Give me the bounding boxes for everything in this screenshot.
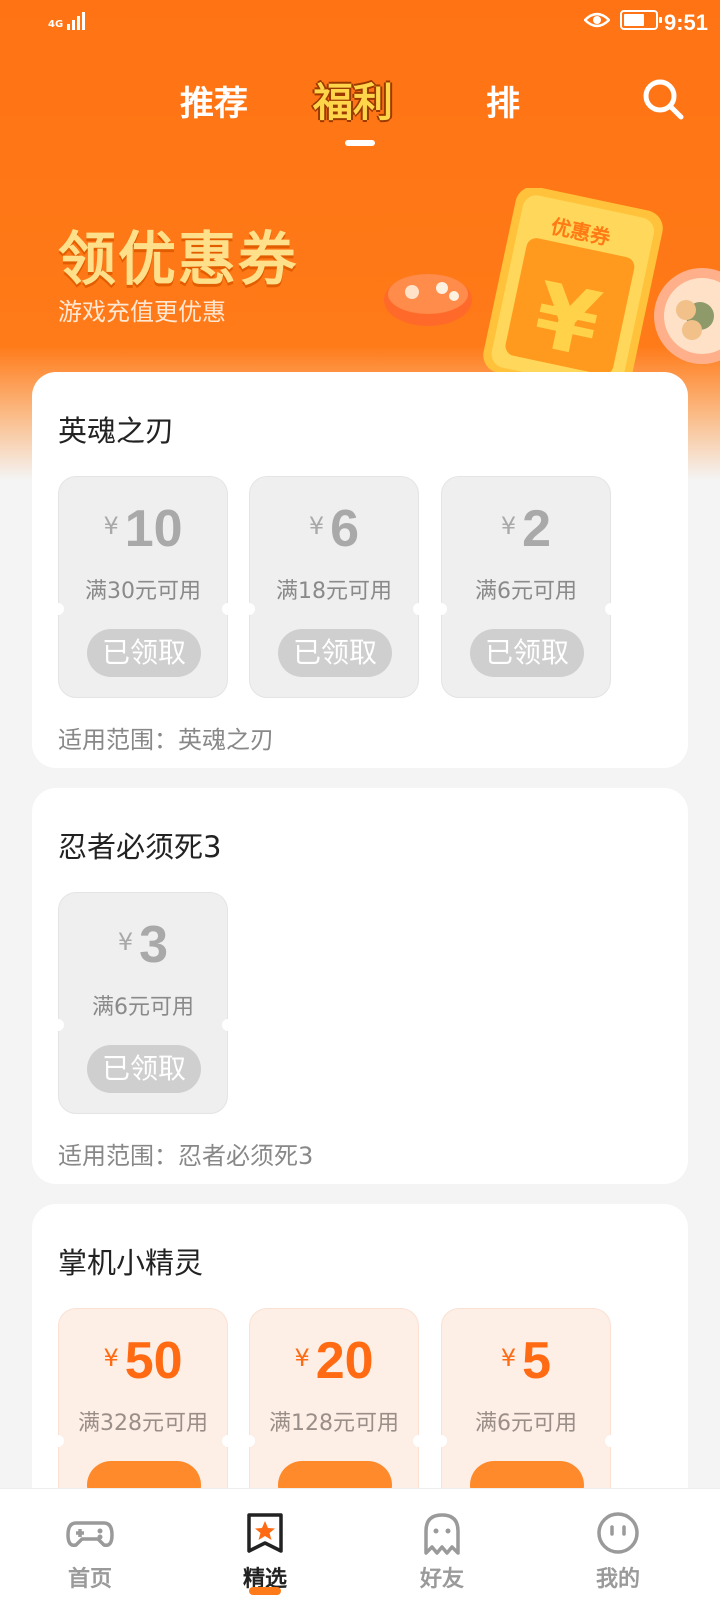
- tab-recommend[interactable]: 推荐: [180, 76, 248, 125]
- nav-featured[interactable]: 精选: [205, 1489, 325, 1600]
- coupon-value: 2: [522, 500, 552, 558]
- scope-text: 适用范围：忍者必须死3: [58, 1142, 314, 1170]
- coupon-condition: 满6元可用: [92, 995, 194, 1020]
- game-coupon-card: 掌机小精灵 ¥50 满328元可用 ¥20 满128元可用 ¥5 满6元可用: [32, 1204, 688, 1530]
- currency-symbol: ¥: [294, 1344, 310, 1372]
- search-icon[interactable]: [640, 76, 686, 122]
- game-coupon-card: 英魂之刃 ¥10 满30元可用 已领取 ¥6 满18元可用 已领取 ¥2 满6元…: [32, 372, 688, 768]
- coupon[interactable]: ¥3 满6元可用 已领取: [52, 892, 234, 1114]
- ghost-icon: [424, 1513, 460, 1555]
- tab-ranking[interactable]: 排: [486, 76, 520, 125]
- bottom-navigation: 首页 精选 好友 我的: [0, 1488, 720, 1600]
- game-coupon-card: 忍者必须死3 ¥3 满6元可用 已领取 适用范围：忍者必须死3: [32, 788, 688, 1184]
- claimed-button[interactable]: 已领取: [87, 1045, 201, 1093]
- currency-symbol: ¥: [308, 512, 325, 540]
- clock: 9:51: [664, 10, 709, 35]
- star-bookmark-icon: [247, 1513, 283, 1553]
- coupon-value: 3: [139, 916, 169, 974]
- smiley-face-icon: [597, 1512, 639, 1554]
- coupon-value: 10: [124, 500, 183, 558]
- coupon-value: 20: [315, 1332, 374, 1390]
- active-nav-indicator: [249, 1587, 281, 1595]
- active-tab-indicator: [345, 140, 375, 146]
- coupon-condition: 满30元可用: [85, 579, 201, 604]
- coupon-condition: 满6元可用: [475, 1411, 577, 1436]
- scope-text: 适用范围：英魂之刃: [58, 726, 274, 754]
- game-title: 掌机小精灵: [58, 1246, 204, 1280]
- gamepad-illustration-icon: [384, 274, 472, 326]
- status-bar: 4G 9:51: [0, 0, 720, 50]
- coupon[interactable]: ¥2 满6元可用 已领取: [435, 476, 617, 698]
- game-title: 英魂之刃: [58, 414, 175, 448]
- currency-symbol: ¥: [500, 1344, 517, 1372]
- eye-comfort-icon: [584, 12, 610, 28]
- network-type: 4G: [48, 19, 64, 30]
- signal-icon: 4G: [48, 12, 86, 30]
- coupon-value: 6: [330, 500, 360, 558]
- currency-symbol: ¥: [103, 512, 119, 540]
- coupon-condition: 满18元可用: [276, 579, 392, 604]
- claimed-button[interactable]: 已领取: [278, 629, 392, 677]
- coupon-value: 5: [522, 1332, 552, 1390]
- banner-subtitle: 游戏充值更优惠: [58, 298, 226, 326]
- coupon-ticket-illustration: 优惠券 ¥: [384, 188, 720, 378]
- coupon-value: 50: [124, 1332, 183, 1390]
- nav-label: 首页: [67, 1567, 112, 1592]
- nav-me[interactable]: 我的: [558, 1489, 678, 1600]
- top-tabs: 推荐 福利 排: [0, 70, 720, 150]
- currency-symbol: ¥: [103, 1344, 119, 1372]
- coupon[interactable]: ¥10 满30元可用 已领取: [52, 476, 234, 698]
- nav-friends[interactable]: 好友: [382, 1489, 502, 1600]
- claimed-button[interactable]: 已领取: [87, 629, 201, 677]
- coupon-condition: 满6元可用: [475, 579, 577, 604]
- nav-label: 好友: [419, 1567, 464, 1592]
- currency-symbol: ¥: [500, 512, 517, 540]
- coupon[interactable]: ¥6 满18元可用 已领取: [243, 476, 425, 698]
- battery-icon: [620, 10, 662, 30]
- nav-home[interactable]: 首页: [30, 1489, 150, 1600]
- coupon-condition: 满328元可用: [78, 1411, 208, 1436]
- currency-symbol: ¥: [117, 928, 134, 956]
- game-title: 忍者必须死3: [58, 830, 222, 864]
- tab-welfare[interactable]: 福利: [313, 70, 393, 128]
- gamepad-icon: [66, 1521, 114, 1548]
- nav-label: 我的: [595, 1567, 640, 1592]
- banner-title: 领优惠券: [58, 225, 299, 293]
- claimed-button[interactable]: 已领取: [470, 629, 584, 677]
- coupon-condition: 满128元可用: [269, 1411, 399, 1436]
